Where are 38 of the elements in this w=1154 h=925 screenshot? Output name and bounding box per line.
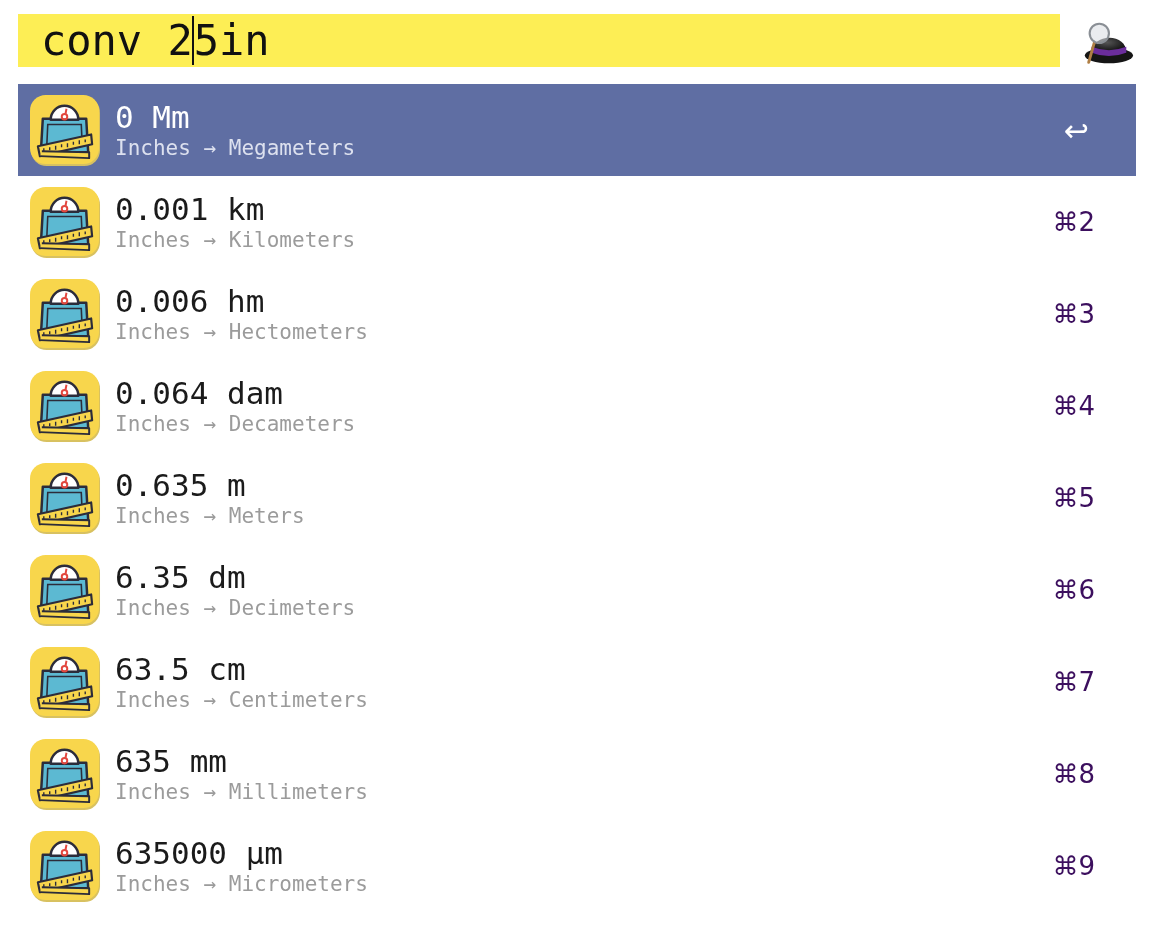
result-title: 63.5 cm	[115, 651, 246, 687]
result-subtitle: Inches → Megameters	[115, 135, 356, 161]
result-subtitle: Inches → Decameters	[115, 411, 356, 437]
scale-with-tape-icon	[30, 186, 101, 258]
keyboard-shortcut: ⌘4	[1052, 391, 1095, 421]
scale-with-tape-icon	[30, 94, 101, 166]
scale-with-tape-icon	[30, 554, 101, 626]
keyboard-shortcut: ⌘5	[1052, 483, 1095, 513]
keyboard-shortcut: ⌘3	[1052, 299, 1095, 329]
result-title: 0 Mm	[115, 99, 190, 135]
scale-with-tape-icon	[30, 738, 101, 810]
result-title: 0.064 dam	[115, 375, 283, 411]
scale-with-tape-icon	[30, 278, 101, 350]
result-title: 0.635 m	[115, 467, 246, 503]
keyboard-shortcut: ⌘8	[1052, 759, 1095, 789]
result-title: 0.001 km	[115, 191, 265, 227]
result-subtitle: Inches → Kilometers	[115, 227, 356, 253]
scale-with-tape-icon	[30, 370, 101, 442]
keyboard-shortcut: ⌘6	[1052, 575, 1095, 605]
result-title: 6.35 dm	[115, 559, 246, 595]
result-subtitle: Inches → Meters	[115, 503, 305, 529]
keyboard-shortcut: ⌘7	[1052, 667, 1095, 697]
scale-with-tape-icon	[30, 646, 101, 718]
scale-with-tape-icon	[30, 830, 101, 902]
scale-with-tape-icon	[30, 462, 101, 534]
result-title: 0.006 hm	[115, 283, 265, 319]
keyboard-shortcut: ↩	[1063, 112, 1089, 148]
result-subtitle: Inches → Millimeters	[115, 779, 368, 805]
result-title: 635 mm	[115, 743, 227, 779]
result-subtitle: Inches → Hectometers	[115, 319, 368, 345]
result-subtitle: Inches → Decimeters	[115, 595, 356, 621]
result-item[interactable]: 0 Mm Inches → Megameters ↩	[18, 84, 1136, 176]
keyboard-shortcut: ⌘9	[1052, 851, 1095, 881]
result-title: 635000 µm	[115, 835, 283, 871]
result-subtitle: Inches → Centimeters	[115, 687, 368, 713]
search-field[interactable]: conv 25in	[18, 14, 1060, 67]
result-subtitle: Inches → Micrometers	[115, 871, 368, 897]
keyboard-shortcut: ⌘2	[1052, 207, 1095, 237]
